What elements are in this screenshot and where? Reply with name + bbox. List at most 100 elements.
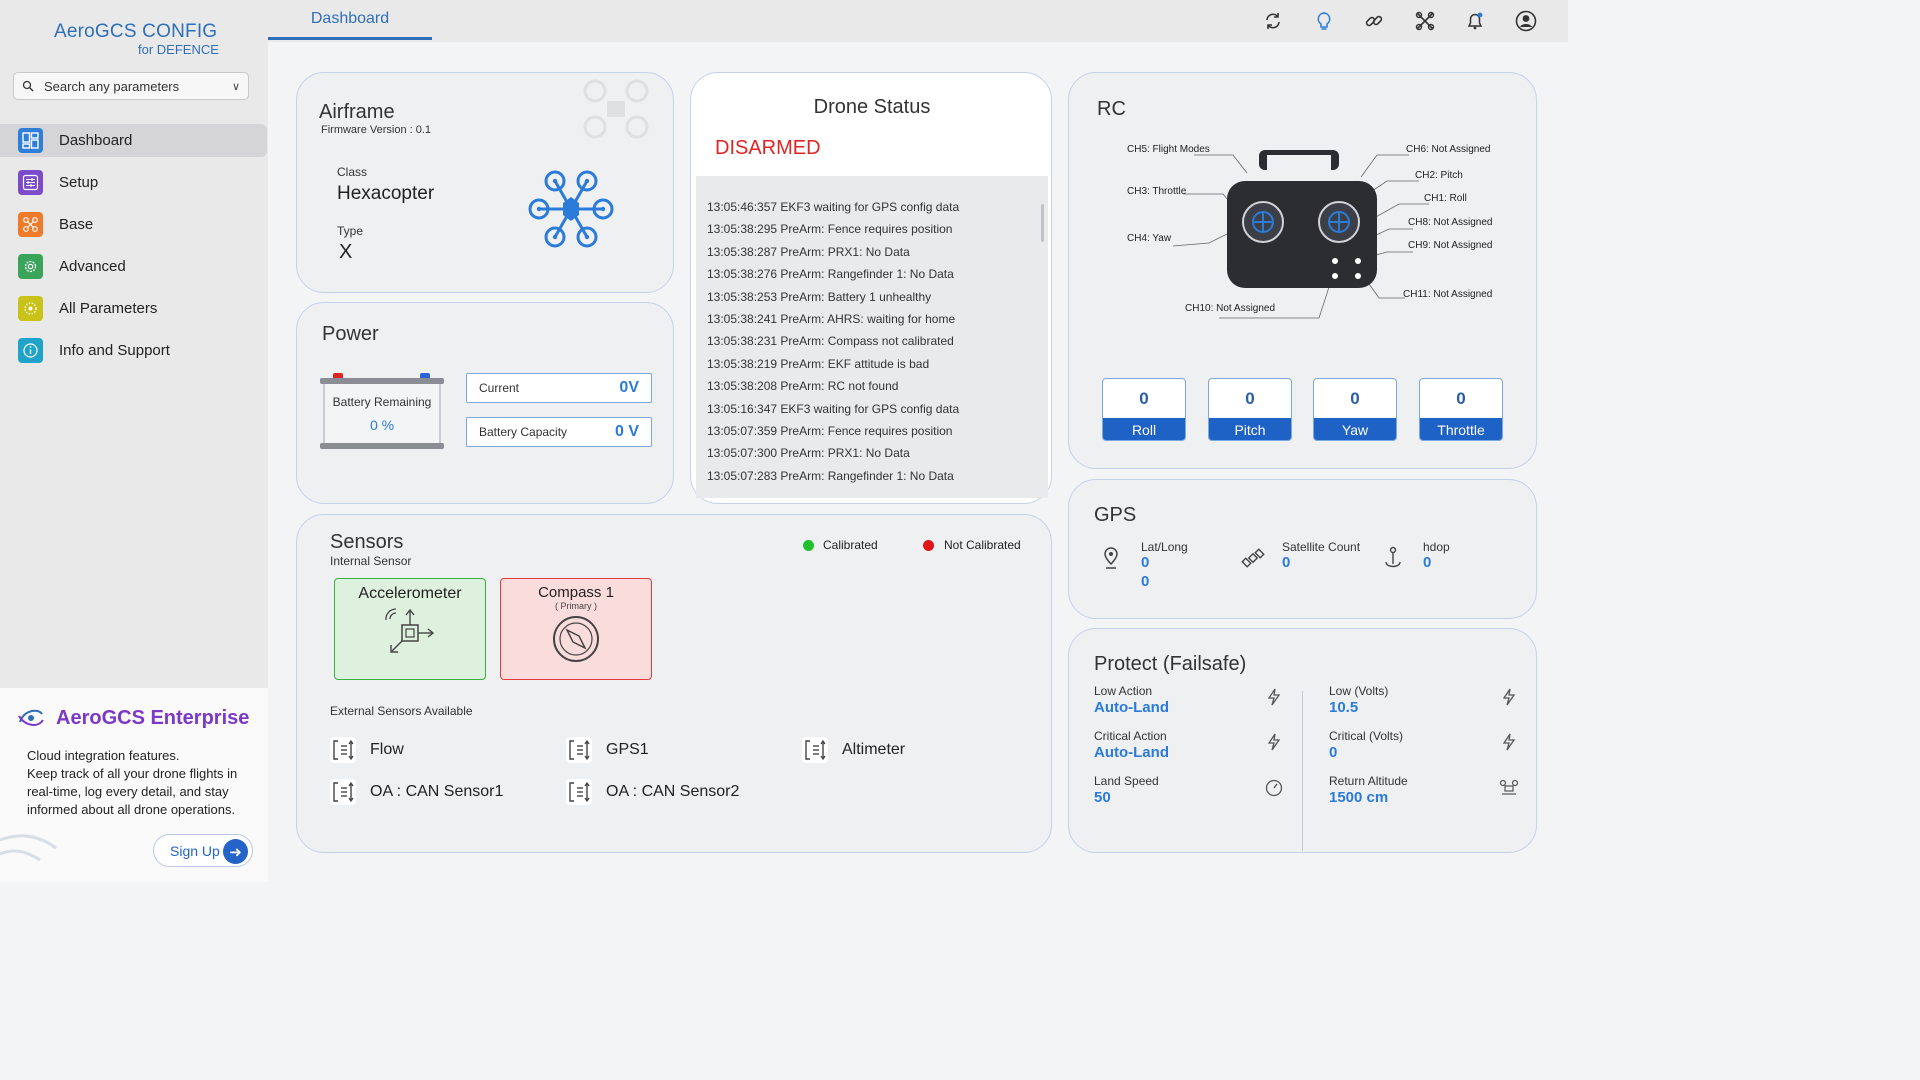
speedometer-icon — [1265, 779, 1283, 797]
log-line: 13:05:38:287 PreArm: PRX1: No Data — [707, 244, 910, 259]
failsafe-critical-volts[interactable]: Critical (Volts) 0 — [1329, 729, 1403, 761]
sidebar-item-label: Setup — [59, 174, 99, 191]
failsafe-critical-action[interactable]: Critical Action Auto-Land — [1094, 729, 1169, 761]
lightbulb-icon[interactable] — [1311, 8, 1337, 34]
lat-value: 0 — [1141, 554, 1150, 571]
external-sensor-flow: Flow — [330, 737, 404, 763]
low-volts-value: 10.5 — [1329, 699, 1359, 716]
sidebar-item-all-parameters[interactable]: All Parameters — [0, 292, 268, 325]
current-field: Current 0V — [466, 373, 652, 403]
external-sensors-title: External Sensors Available — [330, 704, 473, 718]
sign-up-label: Sign Up — [170, 842, 220, 859]
log-scrollbar[interactable] — [1041, 204, 1044, 242]
sliders-icon — [18, 170, 43, 195]
latlong-label: Lat/Long — [1141, 540, 1188, 554]
sidebar-item-info-support[interactable]: Info and Support — [0, 334, 268, 367]
sensor-accelerometer[interactable]: Accelerometer — [334, 578, 486, 680]
sensor-resize-icon — [566, 737, 592, 763]
enterprise-line1: Cloud integration features. — [27, 748, 180, 763]
rc-ch2-label: CH2: Pitch — [1415, 170, 1463, 181]
rc-ch11-label: CH11: Not Assigned — [1403, 289, 1493, 300]
tab-label: Dashboard — [310, 9, 390, 27]
sidebar: AeroGCS CONFIG for DEFENCE Search any pa… — [0, 0, 268, 882]
sidebar-item-advanced[interactable]: Advanced — [0, 250, 268, 283]
sidebar-item-label: Base — [59, 216, 94, 233]
failsafe-land-speed[interactable]: Land Speed 50 — [1094, 774, 1159, 806]
message-log[interactable]: 13:05:46:357 EKF3 waiting for GPS config… — [696, 176, 1048, 498]
failsafe-return-altitude[interactable]: Return Altitude 1500 cm — [1329, 774, 1408, 806]
search-input[interactable]: Search any parameters ∨ — [13, 72, 249, 100]
log-line: 13:05:16:347 EKF3 waiting for GPS config… — [707, 401, 960, 416]
legend-not-calibrated: Not Calibrated — [923, 538, 1021, 552]
external-sensor-label: GPS1 — [606, 741, 649, 758]
current-value: 0V — [619, 379, 639, 396]
log-line: 13:05:38:253 PreArm: Battery 1 unhealthy — [707, 289, 932, 304]
firmware-version: Firmware Version : 0.1 — [321, 124, 432, 136]
class-label: Class — [337, 165, 368, 179]
tab-dashboard[interactable]: Dashboard — [268, 0, 432, 40]
gps-latlong: Lat/Long 0 0 — [1141, 540, 1188, 590]
log-line: 13:05:07:283 PreArm: Rangefinder 1: No D… — [707, 468, 954, 483]
sign-up-button[interactable]: Sign Up ➜ — [153, 834, 253, 867]
bell-icon[interactable] — [1462, 8, 1488, 34]
link-icon[interactable] — [1361, 8, 1387, 34]
log-line: 13:05:38:241 PreArm: AHRS: waiting for h… — [707, 311, 956, 326]
external-sensor-altimeter: Altimeter — [802, 737, 905, 763]
critical-action-value: Auto-Land — [1094, 744, 1169, 761]
long-value: 0 — [1141, 573, 1150, 590]
wifi-decoration-icon — [0, 834, 57, 862]
rc-card: RC CH5: Flight Modes CH6: Not Assigned C… — [1068, 72, 1537, 469]
external-sensor-gps1: GPS1 — [566, 737, 649, 763]
lightning-icon — [1502, 733, 1516, 751]
sidebar-item-dashboard[interactable]: Dashboard — [0, 124, 267, 157]
app-logo: AeroGCS CONFIG for DEFENCE — [54, 21, 219, 57]
rc-channel-yaw: 0 Yaw — [1313, 378, 1397, 441]
hdop-value: 0 — [1423, 554, 1432, 571]
parameters-icon — [18, 296, 43, 321]
low-volts-label: Low (Volts) — [1329, 684, 1389, 698]
user-avatar-icon[interactable] — [1513, 8, 1539, 34]
type-value: X — [339, 241, 353, 263]
capacity-label: Battery Capacity — [479, 425, 568, 439]
land-speed-value: 50 — [1094, 789, 1111, 806]
sidebar-item-setup[interactable]: Setup — [0, 166, 268, 199]
sidebar-item-label: Dashboard — [59, 132, 133, 149]
log-line: 13:05:38:276 PreArm: Rangefinder 1: No D… — [707, 267, 954, 282]
drone-off-icon[interactable] — [1412, 8, 1438, 34]
land-speed-label: Land Speed — [1094, 774, 1159, 788]
accelerometer-label: Accelerometer — [358, 585, 462, 602]
chevron-down-icon[interactable]: ∨ — [232, 80, 240, 93]
hdop-label: hdop — [1423, 540, 1450, 554]
location-pin-icon — [1104, 547, 1118, 569]
red-dot-icon — [923, 539, 934, 551]
aerogcs-logo-icon — [18, 709, 44, 726]
rc-ch5-label: CH5: Flight Modes — [1127, 144, 1210, 155]
app-title: AeroGCS CONFIG — [54, 21, 218, 42]
drone-watermark-icon — [583, 79, 649, 139]
rc-ch8-label: CH8: Not Assigned — [1408, 217, 1493, 228]
failsafe-low-action[interactable]: Low Action Auto-Land — [1094, 684, 1169, 716]
critical-volts-label: Critical (Volts) — [1329, 729, 1404, 743]
gps-hdop: hdop 0 — [1423, 540, 1450, 571]
sidebar-item-base[interactable]: Base — [0, 208, 268, 241]
accelerometer-icon — [385, 608, 435, 653]
refresh-icon[interactable] — [1260, 8, 1286, 34]
return-altitude-value: 1500 cm — [1329, 789, 1389, 806]
sensors-subtitle: Internal Sensor — [330, 554, 412, 568]
battery-remaining-value: 0 % — [369, 417, 395, 433]
low-action-value: Auto-Land — [1094, 699, 1169, 716]
rc-ch6-label: CH6: Not Assigned — [1406, 144, 1491, 155]
legend-calibrated: Calibrated — [803, 538, 878, 552]
failsafe-low-volts[interactable]: Low (Volts) 10.5 — [1329, 684, 1388, 716]
sensor-compass-1[interactable]: Compass 1 ( Primary ) — [500, 578, 652, 680]
precision-icon — [1385, 546, 1401, 568]
rc-ch10-label: CH10: Not Assigned — [1185, 303, 1276, 314]
legend-calibrated-label: Calibrated — [823, 538, 878, 552]
external-sensor-label: OA : CAN Sensor2 — [606, 783, 740, 800]
drone-icon — [18, 212, 43, 237]
power-title: Power — [322, 323, 379, 345]
compass-sublabel: ( Primary ) — [555, 601, 597, 611]
rc-channel-pitch: 0 Pitch — [1208, 378, 1292, 441]
log-line: 13:05:38:208 PreArm: RC not found — [707, 379, 899, 394]
sensor-resize-icon — [330, 779, 356, 805]
